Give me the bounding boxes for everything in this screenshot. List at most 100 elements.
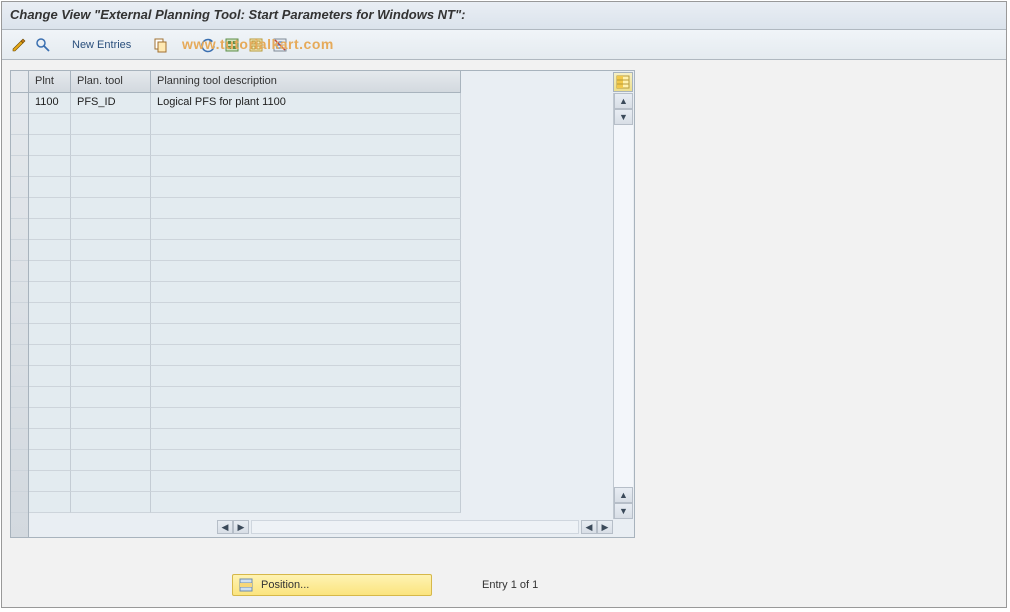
cell-description[interactable] — [151, 324, 461, 345]
cell-description[interactable] — [151, 219, 461, 240]
cell-plnt[interactable] — [29, 366, 71, 387]
cell-plan-tool[interactable] — [71, 135, 151, 156]
cell-plan-tool[interactable] — [71, 387, 151, 408]
cell-description[interactable] — [151, 198, 461, 219]
table-settings-icon[interactable] — [613, 72, 633, 92]
cell-description[interactable] — [151, 177, 461, 198]
select-all-rows[interactable] — [11, 71, 28, 93]
cell-plan-tool[interactable] — [71, 471, 151, 492]
cell-plnt[interactable] — [29, 429, 71, 450]
row-selector[interactable] — [11, 156, 28, 177]
cell-description[interactable] — [151, 303, 461, 324]
cell-description[interactable] — [151, 114, 461, 135]
row-selector[interactable] — [11, 177, 28, 198]
cell-plnt[interactable] — [29, 261, 71, 282]
cell-plnt[interactable] — [29, 450, 71, 471]
row-selector[interactable] — [11, 324, 28, 345]
cell-plan-tool[interactable] — [71, 261, 151, 282]
scroll-up-step-icon[interactable]: ▲ — [614, 487, 633, 503]
vertical-scrollbar[interactable]: ▲ ▼ ▲ ▼ — [613, 93, 633, 519]
row-selector[interactable] — [11, 93, 28, 114]
cell-plan-tool[interactable] — [71, 303, 151, 324]
cell-plan-tool[interactable]: PFS_ID — [71, 93, 151, 114]
change-display-icon[interactable] — [8, 34, 30, 56]
cell-plan-tool[interactable] — [71, 324, 151, 345]
cell-plnt[interactable]: 1100 — [29, 93, 71, 114]
cell-description[interactable] — [151, 156, 461, 177]
cell-description[interactable] — [151, 387, 461, 408]
row-selector[interactable] — [11, 282, 28, 303]
cell-description[interactable] — [151, 240, 461, 261]
cell-plnt[interactable] — [29, 177, 71, 198]
cell-plan-tool[interactable] — [71, 219, 151, 240]
cell-plan-tool[interactable] — [71, 429, 151, 450]
row-selector[interactable] — [11, 240, 28, 261]
scroll-left-icon[interactable]: ◀ — [217, 520, 233, 534]
cell-plan-tool[interactable] — [71, 492, 151, 513]
cell-plnt[interactable] — [29, 408, 71, 429]
deselect-all-icon[interactable] — [245, 34, 267, 56]
cell-plnt[interactable] — [29, 387, 71, 408]
cell-plnt[interactable] — [29, 282, 71, 303]
cell-plan-tool[interactable] — [71, 408, 151, 429]
row-selector[interactable] — [11, 114, 28, 135]
cell-description[interactable] — [151, 135, 461, 156]
cell-plnt[interactable] — [29, 135, 71, 156]
cell-plnt[interactable] — [29, 219, 71, 240]
column-header-description[interactable]: Planning tool description — [151, 71, 461, 93]
new-entries-button[interactable]: New Entries — [66, 34, 137, 56]
row-selector[interactable] — [11, 471, 28, 492]
row-selector[interactable] — [11, 387, 28, 408]
scroll-up-icon[interactable]: ▲ — [614, 93, 633, 109]
row-selector[interactable] — [11, 261, 28, 282]
scroll-down-step-icon[interactable]: ▼ — [614, 109, 633, 125]
cell-plan-tool[interactable] — [71, 282, 151, 303]
cell-plan-tool[interactable] — [71, 156, 151, 177]
cell-description[interactable] — [151, 429, 461, 450]
row-selector[interactable] — [11, 303, 28, 324]
cell-plan-tool[interactable] — [71, 366, 151, 387]
cell-description[interactable] — [151, 408, 461, 429]
cell-plnt[interactable] — [29, 240, 71, 261]
cell-description[interactable] — [151, 261, 461, 282]
cell-plan-tool[interactable] — [71, 345, 151, 366]
row-selector[interactable] — [11, 450, 28, 471]
find-icon[interactable] — [32, 34, 54, 56]
cell-description[interactable] — [151, 471, 461, 492]
cell-plnt[interactable] — [29, 345, 71, 366]
cell-plan-tool[interactable] — [71, 177, 151, 198]
cell-description[interactable] — [151, 282, 461, 303]
cell-plnt[interactable] — [29, 303, 71, 324]
column-header-plan-tool[interactable]: Plan. tool — [71, 71, 151, 93]
row-selector[interactable] — [11, 429, 28, 450]
cell-plnt[interactable] — [29, 156, 71, 177]
cell-description[interactable] — [151, 492, 461, 513]
scroll-right-icon[interactable]: ▶ — [597, 520, 613, 534]
row-selector[interactable] — [11, 345, 28, 366]
select-all-icon[interactable] — [221, 34, 243, 56]
row-selector[interactable] — [11, 408, 28, 429]
row-selector[interactable] — [11, 219, 28, 240]
cell-plan-tool[interactable] — [71, 114, 151, 135]
cell-plan-tool[interactable] — [71, 198, 151, 219]
cell-plnt[interactable] — [29, 198, 71, 219]
cell-plan-tool[interactable] — [71, 240, 151, 261]
cell-description[interactable] — [151, 450, 461, 471]
cell-description[interactable] — [151, 345, 461, 366]
cell-plnt[interactable] — [29, 114, 71, 135]
row-selector[interactable] — [11, 135, 28, 156]
cell-description[interactable]: Logical PFS for plant 1100 — [151, 93, 461, 114]
delete-icon[interactable] — [269, 34, 291, 56]
scroll-right-step-icon[interactable]: ▶ — [233, 520, 249, 534]
horizontal-scrollbar[interactable]: ◀ ▶ ◀ ▶ — [47, 519, 613, 535]
row-selector[interactable] — [11, 198, 28, 219]
row-selector[interactable] — [11, 492, 28, 513]
undo-icon[interactable] — [197, 34, 219, 56]
cell-plnt[interactable] — [29, 492, 71, 513]
cell-description[interactable] — [151, 366, 461, 387]
cell-plan-tool[interactable] — [71, 450, 151, 471]
cell-plnt[interactable] — [29, 471, 71, 492]
row-selector[interactable] — [11, 366, 28, 387]
column-header-plnt[interactable]: Plnt — [29, 71, 71, 93]
position-button[interactable]: Position... — [232, 574, 432, 596]
